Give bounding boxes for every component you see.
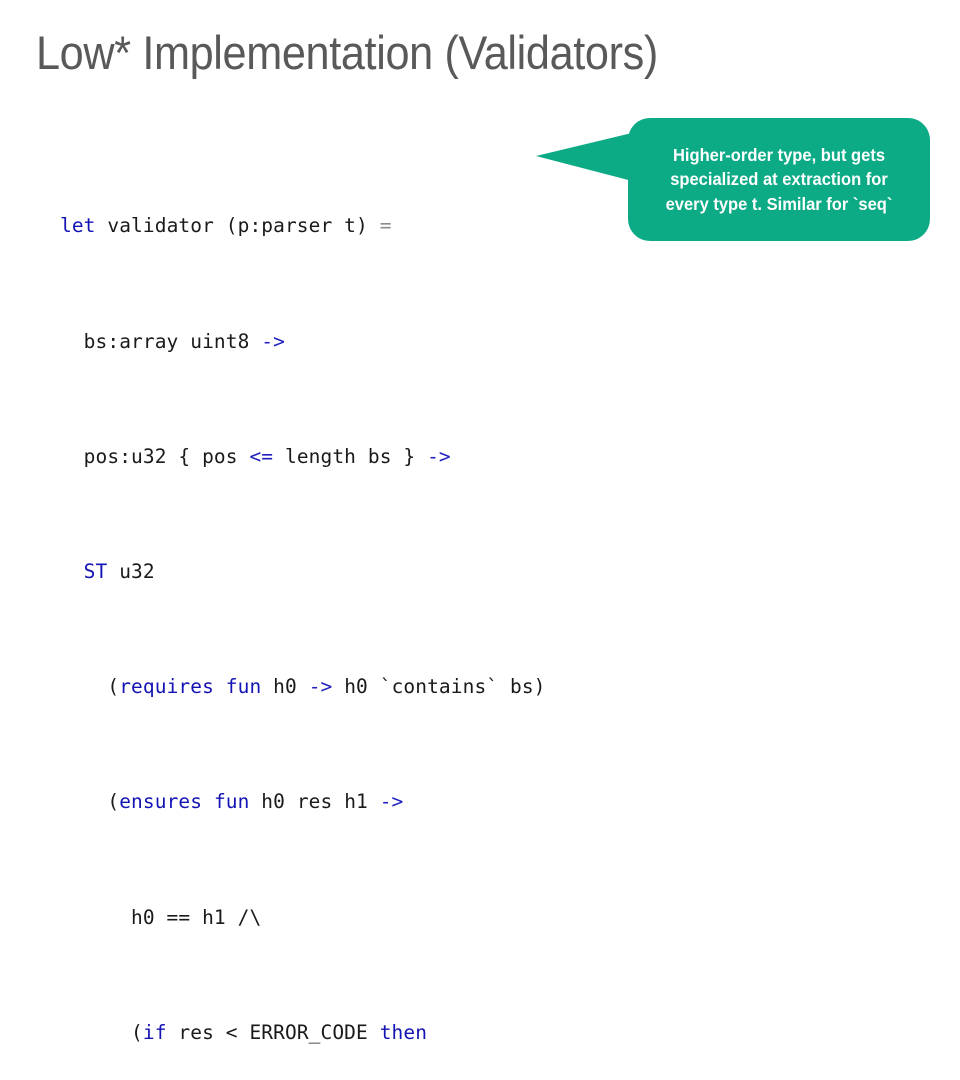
code-text: (: [60, 790, 120, 814]
code-operator: ->: [261, 329, 285, 353]
code-text: h0 res h1: [249, 790, 380, 814]
code-text: h0 == h1 /\: [60, 905, 262, 929]
code-keyword: fun: [225, 675, 262, 699]
code-text: h0 `contains` bs): [332, 675, 546, 699]
callout-body: Higher-order type, but gets specialized …: [628, 118, 930, 241]
code-keyword: requires: [119, 675, 214, 699]
code-keyword: ensures: [119, 790, 203, 814]
code-keyword: let: [60, 214, 96, 238]
code-text: (: [60, 1020, 143, 1044]
code-text: bs:array uint8: [60, 329, 262, 353]
code-text: h0: [261, 675, 309, 699]
callout-text: Higher-order type, but gets specialized …: [665, 144, 893, 214]
code-keyword: then: [379, 1020, 428, 1044]
code-keyword: if: [142, 1020, 167, 1044]
code-keyword: fun: [213, 790, 250, 814]
code-line: (if res < ERROR_CODE then: [60, 1019, 940, 1048]
code-text: length bs }: [273, 444, 428, 468]
page-title: Low* Implementation (Validators): [36, 26, 658, 79]
code-text: u32: [107, 559, 155, 583]
code-keyword: ST: [60, 559, 108, 583]
code-line: bs:array uint8 ->: [60, 328, 940, 357]
code-operator: <=: [249, 444, 274, 468]
code-text: (: [60, 675, 120, 699]
callout-bubble: Higher-order type, but gets specialized …: [536, 118, 930, 241]
code-line: ST u32: [60, 558, 940, 587]
code-line: (ensures fun h0 res h1 ->: [60, 788, 940, 817]
code-line: pos:u32 { pos <= length bs } ->: [60, 443, 940, 472]
code-operator: ->: [308, 675, 333, 699]
code-text: validator (p:parser t): [95, 214, 380, 238]
code-text: res < ERROR_CODE: [166, 1020, 380, 1044]
code-block: let validator (p:parser t) = bs:array ui…: [60, 126, 940, 1080]
code-operator: ->: [379, 790, 404, 814]
code-line: h0 == h1 /\: [60, 904, 940, 933]
code-line: (requires fun h0 -> h0 `contains` bs): [60, 673, 940, 702]
code-text: pos:u32 { pos: [60, 444, 250, 468]
code-operator: ->: [427, 444, 451, 468]
code-equals: =: [379, 214, 392, 238]
callout-tail-icon: [536, 132, 636, 182]
